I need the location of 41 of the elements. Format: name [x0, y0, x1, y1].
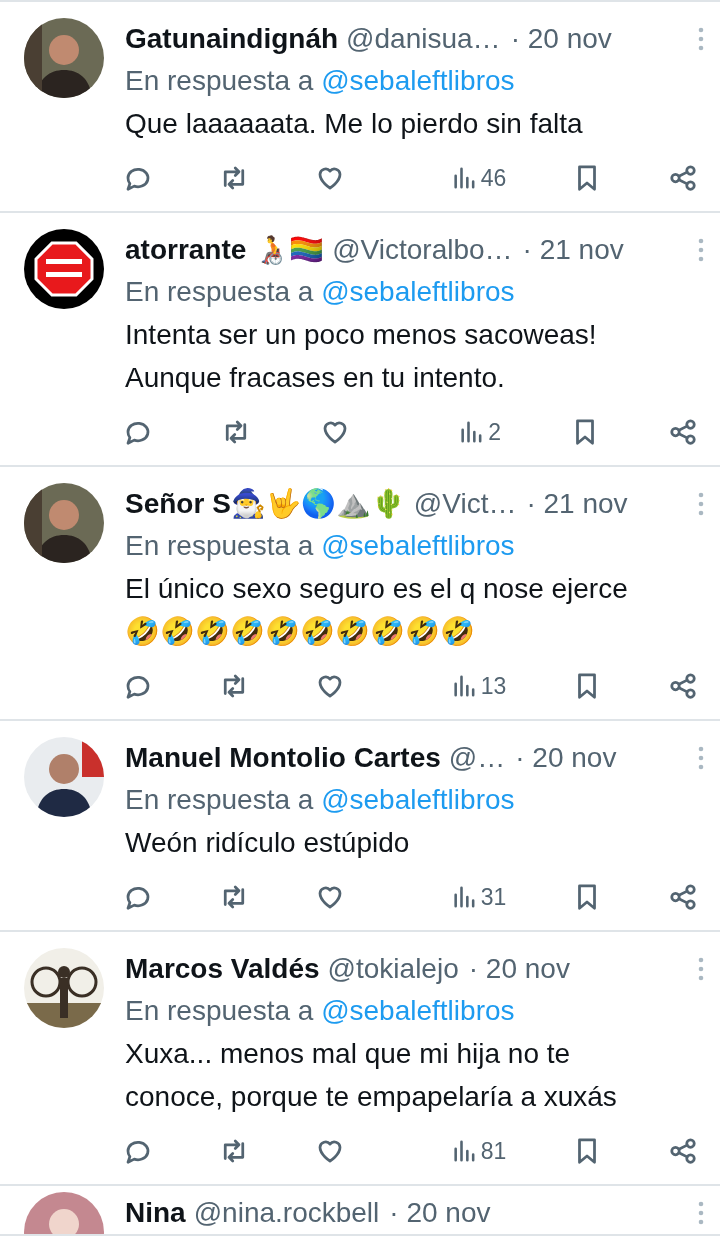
- post-text: Que laaaaaata. Me lo pierdo sin falta: [125, 107, 584, 141]
- post-date[interactable]: · 20 nov: [468, 948, 570, 990]
- post-date[interactable]: · 20 nov: [510, 18, 612, 60]
- reply-context-label: En respuesta a: [125, 995, 315, 1026]
- post-text: Xuxa... menos mal que mi hija no te: [125, 1037, 572, 1071]
- post-text: conoce, porque te empapelaría a xuxás: [125, 1080, 618, 1114]
- share-icon[interactable]: [667, 163, 698, 193]
- user-name[interactable]: Gatunaindignáh: [125, 18, 339, 60]
- user-handle[interactable]: @nina.rockbell: [193, 1192, 380, 1234]
- reply-context-label: En respuesta a: [125, 65, 315, 96]
- post-text: Aunque fracases en tu intento.: [125, 361, 506, 395]
- post-date[interactable]: · 21 nov: [526, 483, 628, 525]
- user-name[interactable]: Señor S🧙‍♂🤟🌎⛰🌵: [125, 483, 406, 525]
- share-icon[interactable]: [667, 1136, 698, 1166]
- post-date[interactable]: · 20 nov: [515, 737, 617, 779]
- view-count: 13: [480, 671, 507, 701]
- post-date[interactable]: · 21 nov: [522, 229, 624, 271]
- user-handle[interactable]: @Vict…: [413, 483, 517, 525]
- reply-context-label: En respuesta a: [125, 530, 315, 561]
- post-text: Weón ridículo estúpido: [125, 826, 411, 860]
- view-count: 81: [480, 1136, 507, 1166]
- user-name[interactable]: atorrante 🧑‍🦽🏳‍🌈: [125, 229, 325, 271]
- view-count: 46: [480, 163, 507, 193]
- user-handle[interactable]: @tokialejo: [327, 948, 459, 990]
- user-handle[interactable]: @danisua…: [346, 18, 501, 60]
- post-text: 🤣🤣🤣🤣🤣🤣🤣🤣🤣🤣: [125, 615, 476, 649]
- share-icon[interactable]: [667, 882, 698, 912]
- share-icon[interactable]: [667, 671, 698, 701]
- user-handle[interactable]: @Victoralbo…: [332, 229, 513, 271]
- view-count: 2: [488, 417, 502, 447]
- reply-context-label: En respuesta a: [125, 784, 315, 815]
- share-icon[interactable]: [668, 417, 698, 447]
- view-count: 31: [480, 882, 507, 912]
- post-text: El único sexo seguro es el q nose ejerce: [125, 572, 629, 606]
- post-text: Intenta ser un poco menos sacoweas!: [125, 318, 598, 352]
- user-handle[interactable]: @…: [448, 737, 506, 779]
- user-name[interactable]: Marcos Valdés: [125, 948, 320, 990]
- user-name[interactable]: Manuel Montolio Cartes: [125, 737, 441, 779]
- post-date[interactable]: · 20 nov: [389, 1192, 491, 1234]
- user-name[interactable]: Nina: [125, 1192, 186, 1234]
- reply-context-label: En respuesta a: [125, 276, 315, 307]
